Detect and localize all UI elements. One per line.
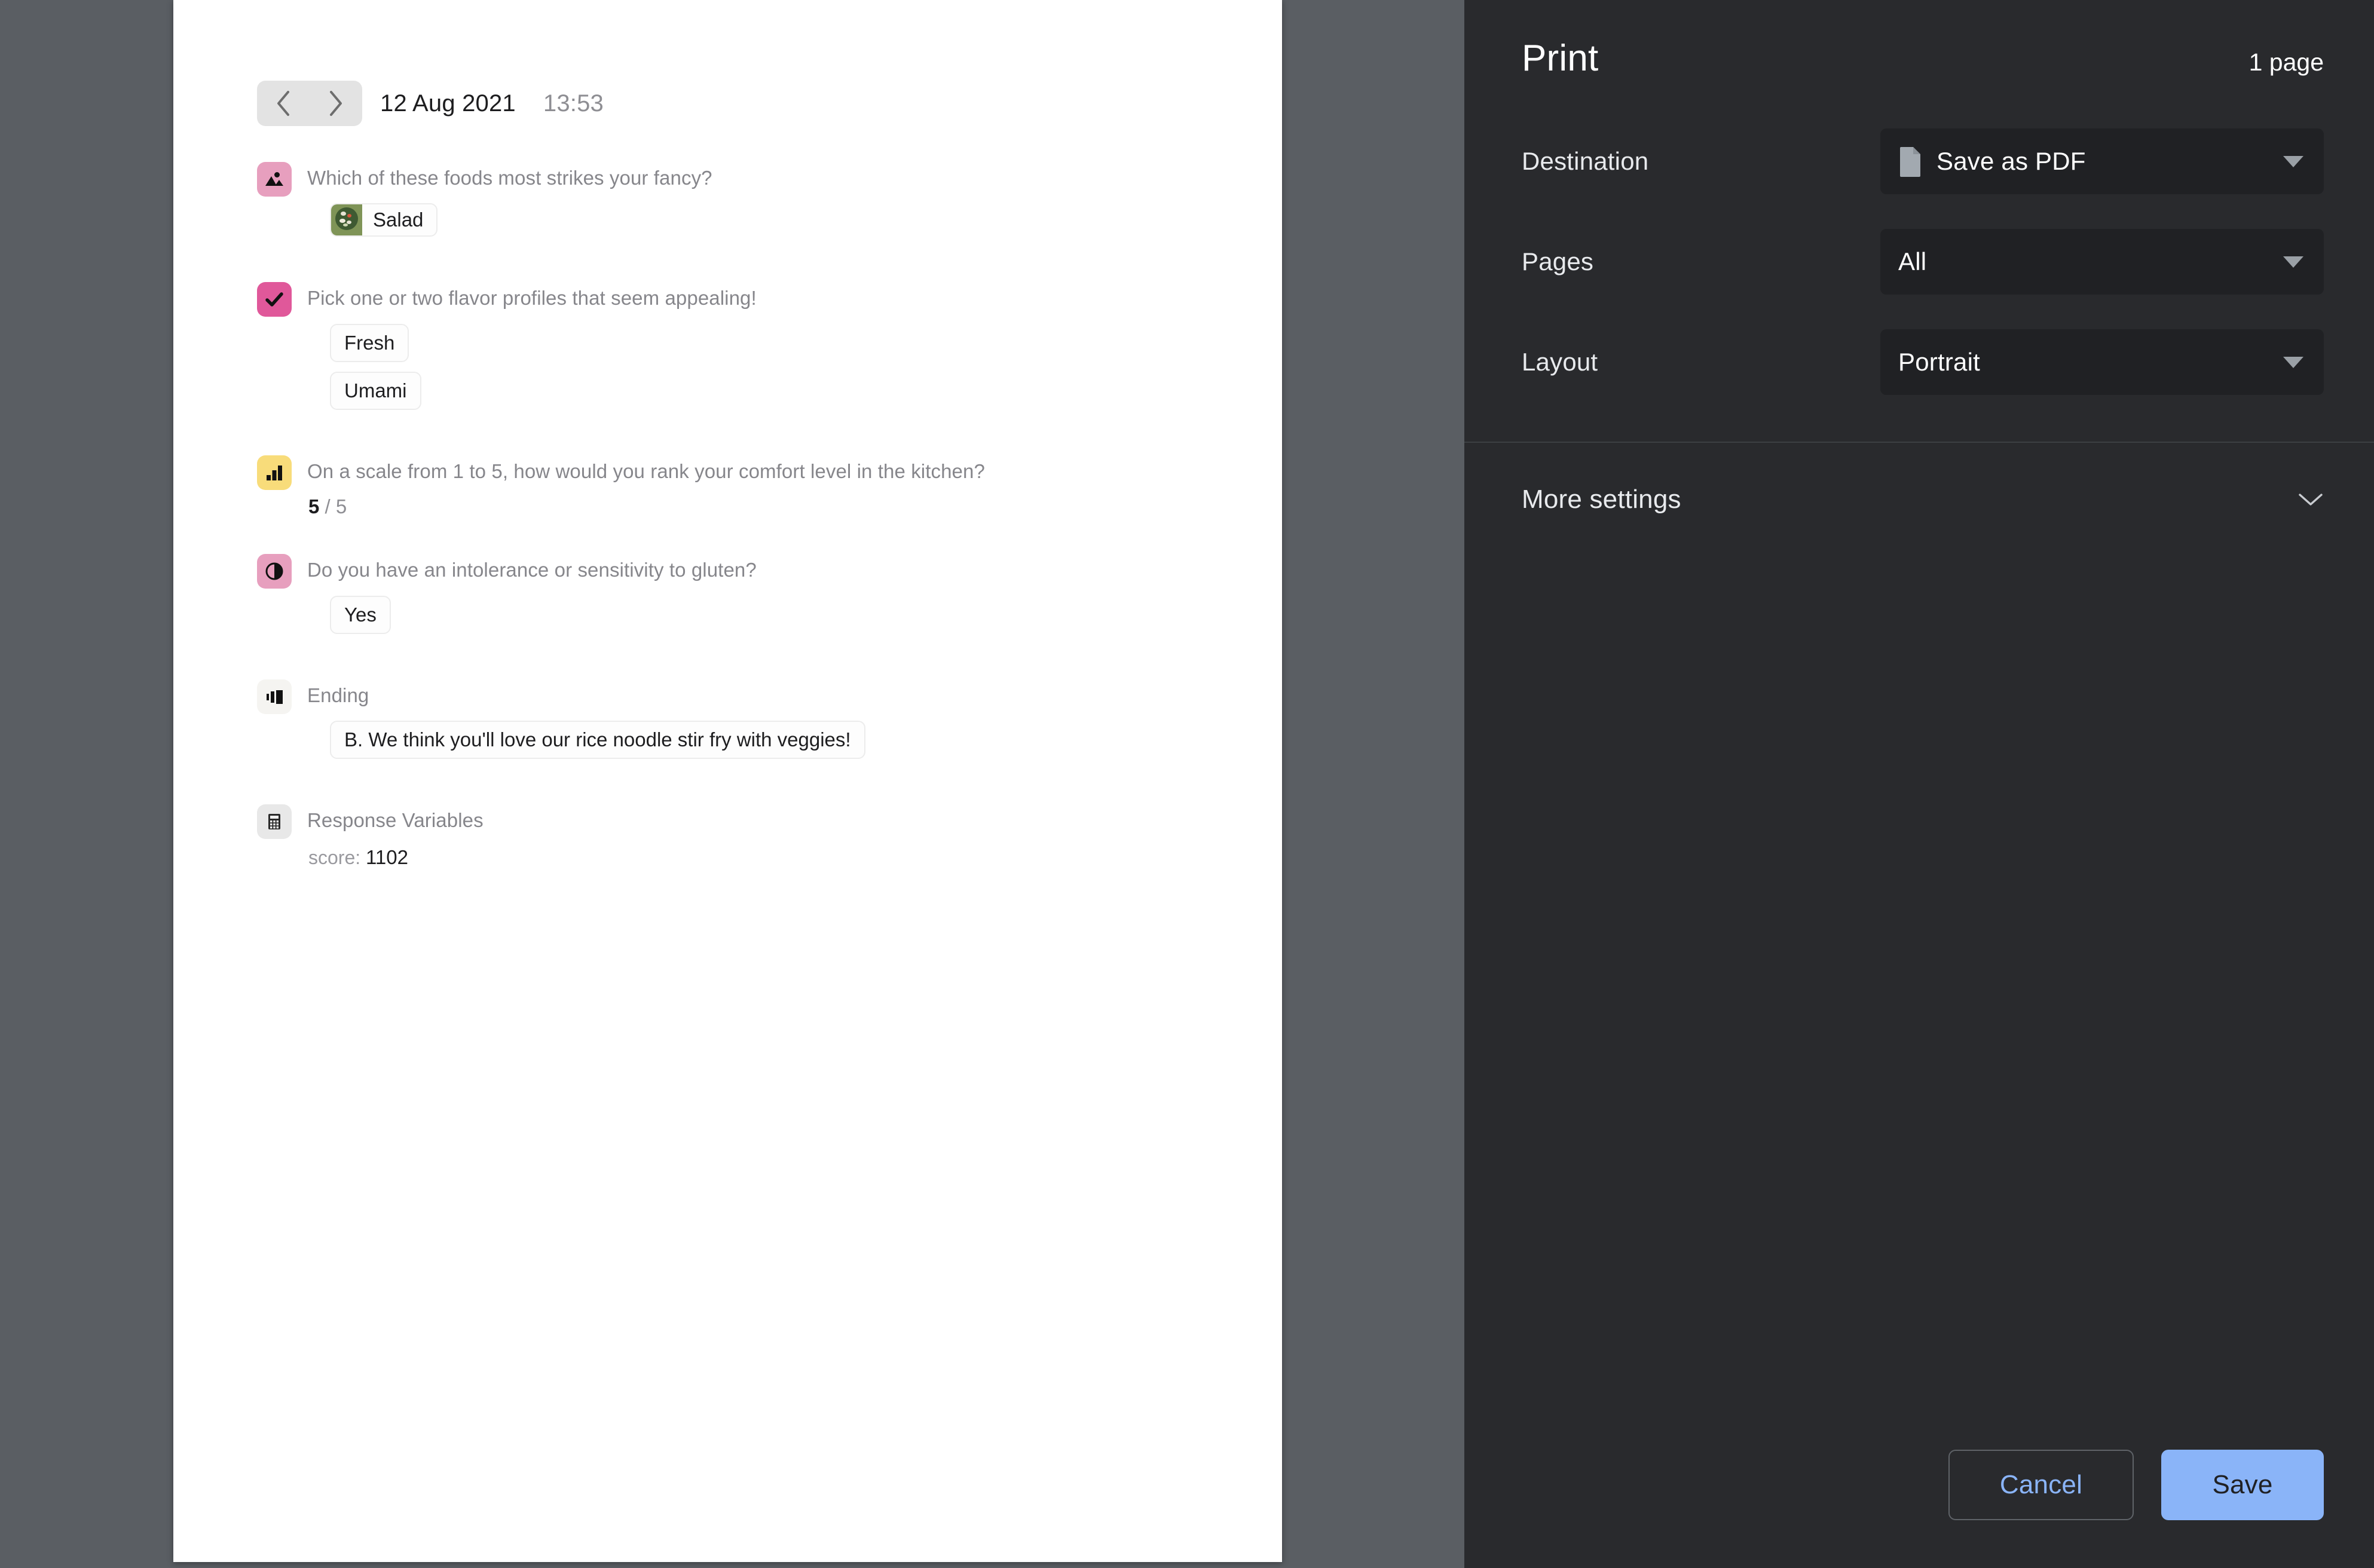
print-preview-window: 12 Aug 2021 13:53 Which of these foods m… bbox=[0, 0, 2374, 1568]
layout-select[interactable]: Portrait bbox=[1880, 329, 2324, 395]
response-nav-pill[interactable] bbox=[257, 81, 362, 126]
document-header: 12 Aug 2021 13:53 bbox=[257, 81, 1234, 126]
pages-select[interactable]: All bbox=[1880, 229, 2324, 295]
response-block: On a scale from 1 to 5, how would you ra… bbox=[257, 455, 1234, 518]
rating-value: 5 / 5 bbox=[308, 495, 1234, 518]
dialog-spacer bbox=[1464, 514, 2374, 1450]
caret-down-icon[interactable] bbox=[2283, 256, 2303, 268]
caret-down-icon[interactable] bbox=[2283, 356, 2303, 368]
variable-value: 1102 bbox=[366, 846, 408, 868]
yes-no-circle-icon bbox=[257, 554, 292, 589]
ending-icon bbox=[257, 679, 292, 714]
response-block: Ending B. We think you'll love our rice … bbox=[257, 679, 1234, 769]
response-block: Do you have an intolerance or sensitivit… bbox=[257, 554, 1234, 644]
answer-list: B. We think you'll love our rice noodle … bbox=[330, 721, 1234, 768]
variable-name: score: bbox=[308, 846, 361, 868]
destination-select[interactable]: Save as PDF bbox=[1880, 128, 2324, 194]
print-settings-group: Destination Save as PDF Pages All Layout bbox=[1464, 79, 2374, 443]
question-text: Pick one or two flavor profiles that see… bbox=[307, 287, 757, 310]
answer-list: Salad bbox=[330, 203, 1234, 246]
more-settings-label: More settings bbox=[1522, 485, 1681, 514]
variables-label: Response Variables bbox=[307, 809, 484, 832]
question-text: Do you have an intolerance or sensitivit… bbox=[307, 559, 757, 581]
print-dialog-footer: Cancel Save bbox=[1464, 1450, 2374, 1568]
print-preview-area: 12 Aug 2021 13:53 Which of these foods m… bbox=[0, 0, 1464, 1568]
calculator-icon bbox=[257, 804, 292, 840]
layout-label: Layout bbox=[1522, 348, 1598, 376]
pages-value: All bbox=[1898, 247, 1927, 275]
destination-row: Destination Save as PDF bbox=[1522, 128, 2324, 194]
destination-value: Save as PDF bbox=[1936, 147, 2086, 175]
bar-chart-icon bbox=[257, 455, 292, 491]
answer-chip: Yes bbox=[330, 595, 391, 634]
response-date: 12 Aug 2021 bbox=[380, 90, 516, 117]
pages-row: Pages All bbox=[1522, 229, 2324, 295]
layout-row: Layout Portrait bbox=[1522, 329, 2324, 395]
caret-down-icon[interactable] bbox=[2283, 155, 2303, 167]
document-icon bbox=[1898, 146, 1922, 177]
answer-list: Fresh Umami bbox=[330, 323, 1234, 420]
chevron-left-icon[interactable] bbox=[270, 90, 297, 117]
cancel-button[interactable]: Cancel bbox=[1948, 1450, 2134, 1520]
answer-label: Salad bbox=[373, 209, 424, 231]
answer-chip: Umami bbox=[330, 371, 421, 411]
response-time: 13:53 bbox=[543, 90, 604, 117]
rating-score: 5 bbox=[308, 495, 320, 518]
save-button[interactable]: Save bbox=[2161, 1450, 2324, 1520]
response-block: Which of these foods most strikes your f… bbox=[257, 162, 1234, 246]
more-settings-row[interactable]: More settings bbox=[1464, 443, 2374, 514]
checkmark-icon bbox=[257, 282, 292, 317]
chevron-right-icon[interactable] bbox=[322, 90, 350, 117]
pages-label: Pages bbox=[1522, 247, 1594, 275]
answer-chip: Salad bbox=[330, 203, 438, 237]
page-sheet: 12 Aug 2021 13:53 Which of these foods m… bbox=[173, 0, 1282, 1562]
destination-label: Destination bbox=[1522, 147, 1649, 175]
ending-label: Ending bbox=[307, 684, 369, 706]
ending-chip: B. We think you'll love our rice noodle … bbox=[330, 721, 865, 760]
response-block: Response Variables score: 1102 bbox=[257, 804, 1234, 868]
answer-chip: Fresh bbox=[330, 323, 409, 362]
chevron-down-icon[interactable] bbox=[2297, 491, 2324, 508]
picture-icon bbox=[257, 162, 292, 197]
page-title: Print bbox=[1522, 38, 1599, 79]
question-text: Which of these foods most strikes your f… bbox=[307, 167, 712, 189]
rating-max: / 5 bbox=[325, 495, 347, 518]
layout-value: Portrait bbox=[1898, 348, 1980, 376]
variable-row: score: 1102 bbox=[308, 846, 1234, 869]
salad-photo bbox=[331, 204, 362, 236]
page-count: 1 page bbox=[2248, 48, 2324, 76]
response-block: Pick one or two flavor profiles that see… bbox=[257, 282, 1234, 419]
print-dialog: Print 1 page Destination Save as PDF Pag… bbox=[1464, 0, 2374, 1568]
answer-list: Yes bbox=[330, 595, 1234, 644]
question-text: On a scale from 1 to 5, how would you ra… bbox=[307, 460, 985, 483]
print-dialog-header: Print 1 page bbox=[1464, 0, 2374, 79]
